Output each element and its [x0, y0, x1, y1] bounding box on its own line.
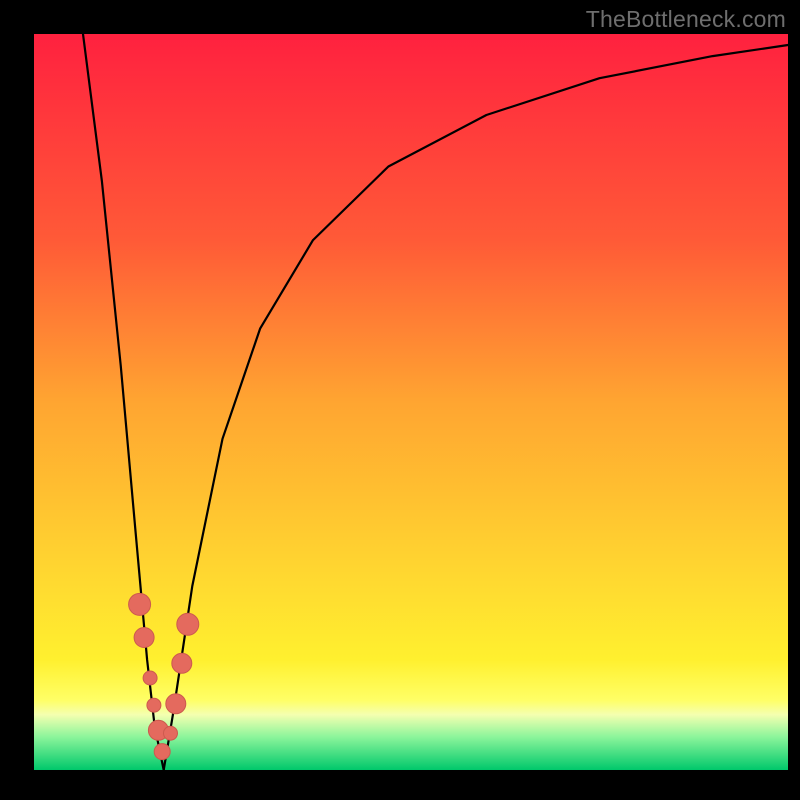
marker-point: [154, 744, 170, 760]
marker-point: [177, 613, 199, 635]
chart-svg: [0, 0, 800, 800]
marker-point: [129, 593, 151, 615]
chart-frame: TheBottleneck.com: [0, 0, 800, 800]
marker-point: [143, 671, 157, 685]
marker-point: [166, 694, 186, 714]
marker-point: [147, 698, 161, 712]
watermark-label: TheBottleneck.com: [586, 6, 786, 33]
marker-point: [134, 628, 154, 648]
marker-point: [164, 726, 178, 740]
marker-point: [172, 653, 192, 673]
